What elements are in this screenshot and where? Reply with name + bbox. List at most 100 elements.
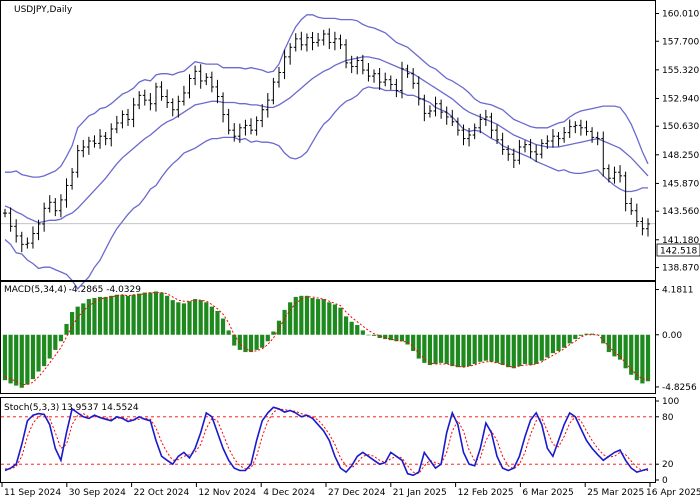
macd-bar [64,323,69,335]
macd-bar [310,297,315,335]
macd-bar [176,302,181,335]
macd-bar [634,334,639,381]
macd-bar [125,295,131,335]
macd-bar [422,334,427,363]
macd-bar [187,301,192,335]
macd-bar [220,318,226,335]
macd-bar [494,334,500,363]
stochastic-readout: 13.9537 14.5524 [61,403,139,413]
macd-bar [254,334,259,350]
macd-title: MACD(5,34,4) -4.2865 -4.0329 [4,285,141,295]
macd-bar [42,334,47,367]
last-price-value: 142.518 [660,247,697,257]
macd-bar [321,299,326,335]
last-price-label: 142.518 [656,243,700,257]
macd-bar [399,334,405,342]
macd-bar [237,334,242,350]
macd-bar [528,334,533,366]
macd-bar [137,293,142,335]
macd-bar [427,334,433,366]
macd-bar [75,306,80,335]
macd-bar [142,292,147,335]
macd-bar [14,334,19,386]
macd-bar [25,334,30,385]
macd-bar [165,295,170,335]
macd-bar [645,334,651,382]
macd-bar [288,302,293,335]
macd-bar [276,320,282,335]
macd-bar [8,334,13,384]
macd-bar [606,334,611,353]
macd-bar [70,312,75,335]
x-tick-label: 6 Mar 2025 [522,488,573,498]
macd-bar [450,334,455,367]
x-tick-label: 11 Sep 2024 [4,488,61,498]
macd-bar [232,334,237,346]
macd-y-tick-label: 4.1811 [662,286,694,296]
macd-bar [293,296,298,335]
macd-bar [109,295,114,335]
macd-bar [193,299,198,335]
price-y-tick-label: 155.320 [662,66,699,76]
x-tick-label: 22 Oct 2024 [134,488,190,498]
macd-bar [114,294,119,335]
macd-bar [53,334,58,350]
x-tick-label: 4 Dec 2024 [263,488,315,498]
macd-bar [86,299,91,335]
macd-bar [30,334,36,380]
macd-bar [47,334,52,359]
macd-bar [338,307,343,335]
macd-bar [148,292,153,335]
macd-bar [483,334,488,361]
macd-bar [617,334,623,360]
macd-bar [271,331,276,335]
price-y-tick-label: 138.870 [662,264,699,274]
macd-y-tick-label: 0.00 [662,331,682,341]
price-y-tick-label: 160.010 [662,9,699,19]
x-tick-label: 12 Nov 2024 [198,488,256,498]
x-tick-label: 12 Feb 2025 [458,488,514,498]
macd-bar [120,294,125,335]
macd-bar [573,334,578,340]
macd-bar [444,334,449,364]
macd-bar [562,334,567,348]
macd-bar [567,334,572,344]
macd-bar [316,299,321,335]
macd-bar [355,325,360,335]
stochastic-y-tick-label: 20 [662,460,674,470]
macd-bar [466,334,472,367]
x-tick-label: 21 Jan 2025 [393,488,447,498]
stochastic-title: Stoch(5,3,3) 13.9537 14.5524 [4,403,139,413]
macd-bar [472,334,477,364]
macd-bar [366,334,371,336]
price-y-tick-label: 148.250 [662,151,699,161]
macd-bar [343,316,349,335]
macd-bar [181,303,187,335]
macd-bar [612,334,617,357]
macd-bar [500,334,505,366]
macd-bar [248,334,254,353]
macd-bar [36,334,41,372]
macd-bar [265,334,270,342]
price-y-tick-label: 152.940 [662,94,699,104]
stochastic-y-tick-label: 80 [662,413,674,423]
macd-bar [81,303,86,335]
macd-bar [539,334,544,361]
macd-bar [215,310,220,335]
macd-y-tick-label: -4.8256 [662,383,697,393]
macd-bar [506,334,511,368]
macd-bar [204,302,209,335]
macd-bar [349,321,354,335]
macd-bar [578,334,583,336]
price-chart-title: USDJPY,Daily [14,5,73,15]
macd-bar [103,296,108,335]
macd-bar [260,334,265,348]
macd-bar [478,334,483,362]
macd-bar [58,334,64,342]
macd-bar [226,330,231,335]
x-tick-label: 27 Dec 2024 [328,488,386,498]
macd-bar [304,295,310,335]
macd-bar [601,334,606,344]
macd-bar [198,300,203,335]
macd-bar [332,304,337,335]
